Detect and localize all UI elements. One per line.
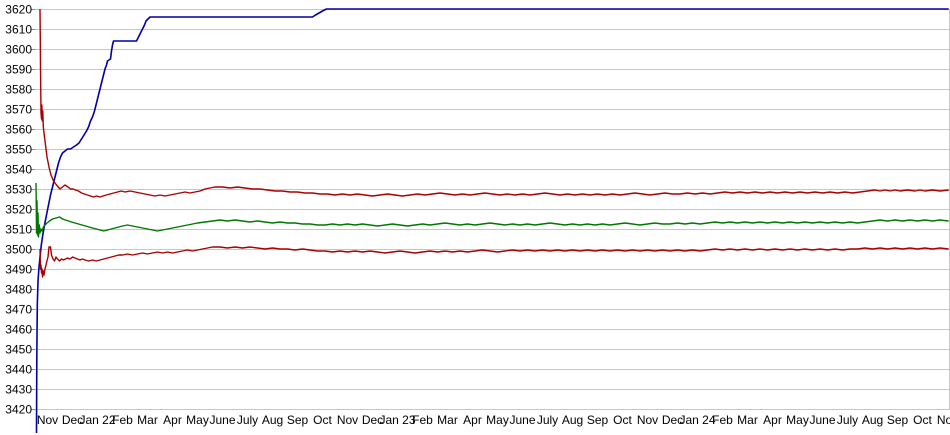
x-month-label: June — [809, 413, 835, 427]
x-month-label: Jan 24 — [679, 413, 715, 427]
x-month-label: Nov — [637, 413, 658, 427]
x-month-label: Apr — [463, 413, 482, 427]
y-tick-label: 3440 — [5, 363, 32, 377]
y-tick-label: 3550 — [5, 143, 32, 157]
x-month-label: Feb — [712, 413, 733, 427]
x-month-label: Apr — [163, 413, 182, 427]
y-tick-label: 3570 — [5, 103, 32, 117]
x-month-label: July — [837, 413, 858, 427]
y-tick-label: 3600 — [5, 43, 32, 57]
y-tick-label: 3480 — [5, 283, 32, 297]
x-month-label: Oct — [913, 413, 932, 427]
y-tick-label: 3610 — [5, 23, 32, 37]
x-month-label: Sep — [887, 413, 909, 427]
x-month-label: Mar — [437, 413, 458, 427]
x-month-label: Aug — [562, 413, 583, 427]
x-month-label: Nov — [337, 413, 358, 427]
y-tick-label: 3470 — [5, 303, 32, 317]
x-month-label: July — [237, 413, 258, 427]
y-tick-label: 3530 — [5, 183, 32, 197]
x-month-label: Sep — [587, 413, 609, 427]
y-tick-label: 3520 — [5, 203, 32, 217]
y-tick-label: 3450 — [5, 343, 32, 357]
x-month-label: Mar — [737, 413, 758, 427]
y-tick-label: 3430 — [5, 383, 32, 397]
chart-canvas: 3620 3610 3600 3590 3580 3570 3560 3550 3540 3530… — [5, 3, 950, 434]
y-tick-label: 3490 — [5, 263, 32, 277]
x-month-label: Aug — [262, 413, 283, 427]
x-month-label: Nov — [937, 413, 950, 427]
x-month-label: June — [209, 413, 235, 427]
x-month-label: May — [786, 413, 809, 427]
x-month-label: Feb — [412, 413, 433, 427]
y-tick-label: 3460 — [5, 323, 32, 337]
x-month-label: Aug — [862, 413, 883, 427]
x-month-label: June — [509, 413, 535, 427]
y-tick-label: 3560 — [5, 123, 32, 137]
x-month-label: Nov — [37, 413, 58, 427]
rating-history-chart: 3620 3610 3600 3590 3580 3570 3560 3550 3540 3530… — [0, 0, 950, 435]
y-tick-label: 3500 — [5, 243, 32, 257]
y-tick-label: 3540 — [5, 163, 32, 177]
x-month-label: May — [186, 413, 209, 427]
x-month-label: Apr — [763, 413, 782, 427]
x-month-label: Oct — [313, 413, 332, 427]
x-month-label: Sep — [287, 413, 309, 427]
y-tick-label: 3580 — [5, 83, 32, 97]
x-month-label: Jan 22 — [79, 413, 115, 427]
y-tick-label: 3510 — [5, 223, 32, 237]
x-month-label: Mar — [137, 413, 158, 427]
series-red-upper-line — [39, 8, 949, 198]
y-tick-label: 3620 — [5, 3, 32, 17]
y-tick-label: 3590 — [5, 63, 32, 77]
series-red-lower-line — [39, 246, 949, 278]
x-month-label: Jan 23 — [379, 413, 415, 427]
x-month-label: Oct — [613, 413, 632, 427]
x-month-label: Feb — [112, 413, 133, 427]
x-month-label: July — [537, 413, 558, 427]
x-month-label: May — [486, 413, 509, 427]
y-tick-label: 3420 — [5, 403, 32, 417]
